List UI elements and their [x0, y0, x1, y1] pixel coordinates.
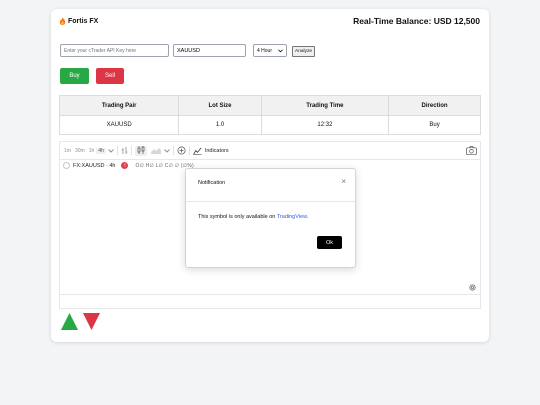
notification-modal: Notification × This symbol is only avail… [185, 168, 356, 268]
modal-title: Notification [198, 180, 226, 186]
plus-circle-icon[interactable] [177, 146, 186, 155]
modal-message-text: This symbol is only available on [198, 214, 277, 220]
area-chart-icon[interactable] [150, 147, 161, 154]
cell-direction: Buy [388, 115, 481, 135]
modal-message: This symbol is only available on Trading… [198, 214, 308, 220]
modal-divider [186, 201, 355, 202]
column-header: Trading Time [260, 95, 390, 116]
candles-button[interactable] [134, 145, 147, 156]
chart-axis-divider [60, 294, 480, 295]
symbol-input[interactable] [173, 44, 246, 57]
tradingview-link[interactable]: TradingView [277, 214, 307, 220]
candles-icon [137, 145, 145, 154]
timeframe-value: 4 Hour [257, 47, 273, 54]
ok-button[interactable]: Ok [317, 236, 342, 249]
chart-toolbar: 1m 30m 1h 4h Indicators [60, 142, 480, 160]
interval-1h[interactable]: 1h [87, 148, 97, 154]
close-icon[interactable]: × [341, 178, 346, 186]
trade-table: Trading Pair Lot Size Trading Time Direc… [58, 95, 481, 135]
modal-message-suffix: . [306, 214, 309, 220]
interval-dropdown-icon[interactable] [107, 148, 114, 153]
market-status-dot [63, 162, 70, 169]
indicators-label: Indicators [204, 147, 229, 154]
down-triangle-icon [82, 312, 101, 331]
warning-badge[interactable]: ! [121, 162, 129, 169]
analyze-button[interactable]: Analyze [292, 46, 316, 57]
indicators-icon [192, 147, 202, 155]
toolbar-divider [130, 146, 132, 155]
toolbar-divider [172, 146, 174, 155]
column-header: Direction [388, 95, 481, 116]
settings-icon[interactable] [469, 284, 476, 291]
brand-name: Fortis FX [68, 17, 99, 25]
ohlc-values: O∅ H∅ L∅ C∅ ∅ (∅%) [135, 162, 194, 169]
bar-style-icon[interactable] [121, 146, 128, 155]
chart-symbol: FX:XAUUSD · 4h [73, 162, 116, 169]
api-key-input[interactable] [60, 44, 169, 57]
cell-lot-size: 1.0 [178, 115, 262, 135]
chevron-down-icon [278, 48, 283, 52]
indicators-button[interactable]: Indicators [192, 147, 229, 155]
sell-button[interactable]: Sell [96, 68, 124, 84]
timeframe-select[interactable]: 4 Hour [253, 44, 287, 57]
toolbar-divider [188, 146, 190, 155]
cell-trading-pair: XAUUSD [58, 115, 180, 135]
brand: Fortis FX [59, 17, 98, 25]
cell-trading-time: 12:32 [260, 115, 390, 135]
column-header: Trading Pair [58, 95, 180, 116]
table-row: XAUUSD 1.0 12:32 Buy [58, 115, 481, 135]
column-header: Lot Size [178, 95, 262, 116]
table-header-row: Trading Pair Lot Size Trading Time Direc… [58, 95, 481, 116]
chart-legend: FX:XAUUSD · 4h ! O∅ H∅ L∅ C∅ ∅ (∅%) [63, 162, 194, 169]
balance-display: Real-Time Balance: USD 12,500 [353, 16, 480, 26]
interval-30m[interactable]: 30m [73, 148, 87, 154]
buy-button[interactable]: Buy [60, 68, 89, 84]
up-triangle-icon [60, 312, 79, 331]
camera-icon[interactable] [466, 146, 477, 155]
fire-icon [59, 17, 66, 25]
chart-type-dropdown-icon[interactable] [163, 148, 170, 153]
toolbar-divider [116, 146, 118, 155]
interval-4h[interactable]: 4h [96, 147, 106, 154]
interval-1m[interactable]: 1m [62, 148, 73, 154]
